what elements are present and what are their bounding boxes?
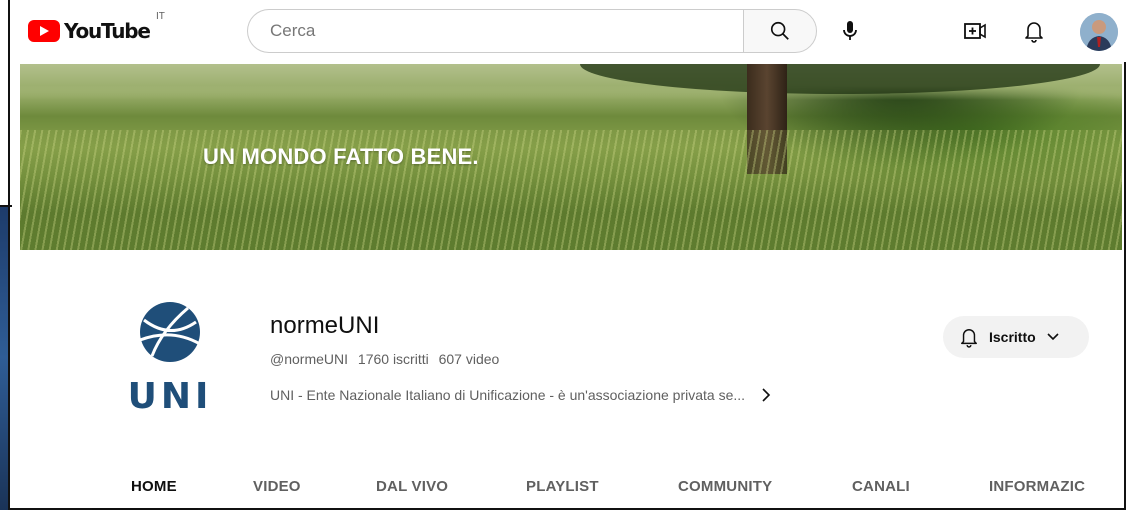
masthead: YouTube IT	[10, 0, 1126, 62]
account-avatar[interactable]	[1080, 13, 1118, 51]
create-button[interactable]	[955, 11, 995, 51]
tab-home[interactable]: HOME	[131, 478, 177, 495]
channel-meta: @normeUNI 1760 iscritti 607 video	[270, 351, 505, 367]
bell-icon	[961, 329, 977, 348]
mic-icon	[843, 21, 857, 40]
uni-logo-icon: UNI	[128, 302, 213, 417]
channel-description[interactable]: UNI - Ente Nazionale Italiano di Unifica…	[270, 387, 771, 403]
channel-handle: @normeUNI	[270, 351, 349, 367]
frame-edge-line	[0, 205, 12, 207]
logo-wordmark: YouTube	[64, 19, 151, 43]
channel-tabs: HOME VIDEO DAL VIVO PLAYLIST COMMUNITY C…	[92, 470, 1092, 510]
search-box	[247, 9, 743, 53]
tab-dal-vivo[interactable]: DAL VIVO	[376, 478, 448, 495]
subscribed-button[interactable]: Iscritto	[943, 316, 1089, 358]
youtube-logo[interactable]: YouTube IT	[28, 11, 165, 43]
channel-banner: UN MONDO FATTO BENE.	[20, 64, 1122, 250]
search-button[interactable]	[743, 9, 817, 53]
notifications-button[interactable]	[1014, 11, 1054, 51]
tab-canali[interactable]: CANALI	[852, 478, 910, 495]
search-input[interactable]	[268, 20, 722, 42]
create-video-icon	[964, 23, 986, 39]
video-count: 607 video	[438, 351, 500, 367]
channel-logo[interactable]: UNI	[122, 300, 222, 420]
uni-logo-text: UNI	[128, 376, 213, 417]
bell-icon	[1025, 22, 1043, 43]
channel-description-text: UNI - Ente Nazionale Italiano di Unifica…	[270, 387, 746, 403]
avatar-image	[1080, 13, 1118, 51]
left-edge-strip	[0, 205, 8, 510]
tab-video[interactable]: VIDEO	[253, 478, 301, 495]
banner-tagline: UN MONDO FATTO BENE.	[203, 144, 479, 169]
tab-community[interactable]: COMMUNITY	[678, 478, 772, 495]
subscriber-count: 1760 iscritti	[357, 351, 429, 367]
channel-name: normeUNI	[270, 312, 380, 339]
tab-playlist[interactable]: PLAYLIST	[526, 478, 599, 495]
tab-informazioni[interactable]: INFORMAZIC	[989, 478, 1085, 495]
banner-grass	[20, 130, 1122, 250]
chevron-right-icon[interactable]	[761, 387, 771, 403]
voice-search-button[interactable]	[830, 11, 870, 51]
search-icon	[770, 21, 789, 40]
youtube-play-icon	[28, 20, 60, 42]
country-code: IT	[156, 11, 165, 22]
chevron-down-icon	[1046, 332, 1060, 342]
subscribed-label: Iscritto	[989, 329, 1036, 345]
active-tab-indicator	[92, 508, 198, 510]
